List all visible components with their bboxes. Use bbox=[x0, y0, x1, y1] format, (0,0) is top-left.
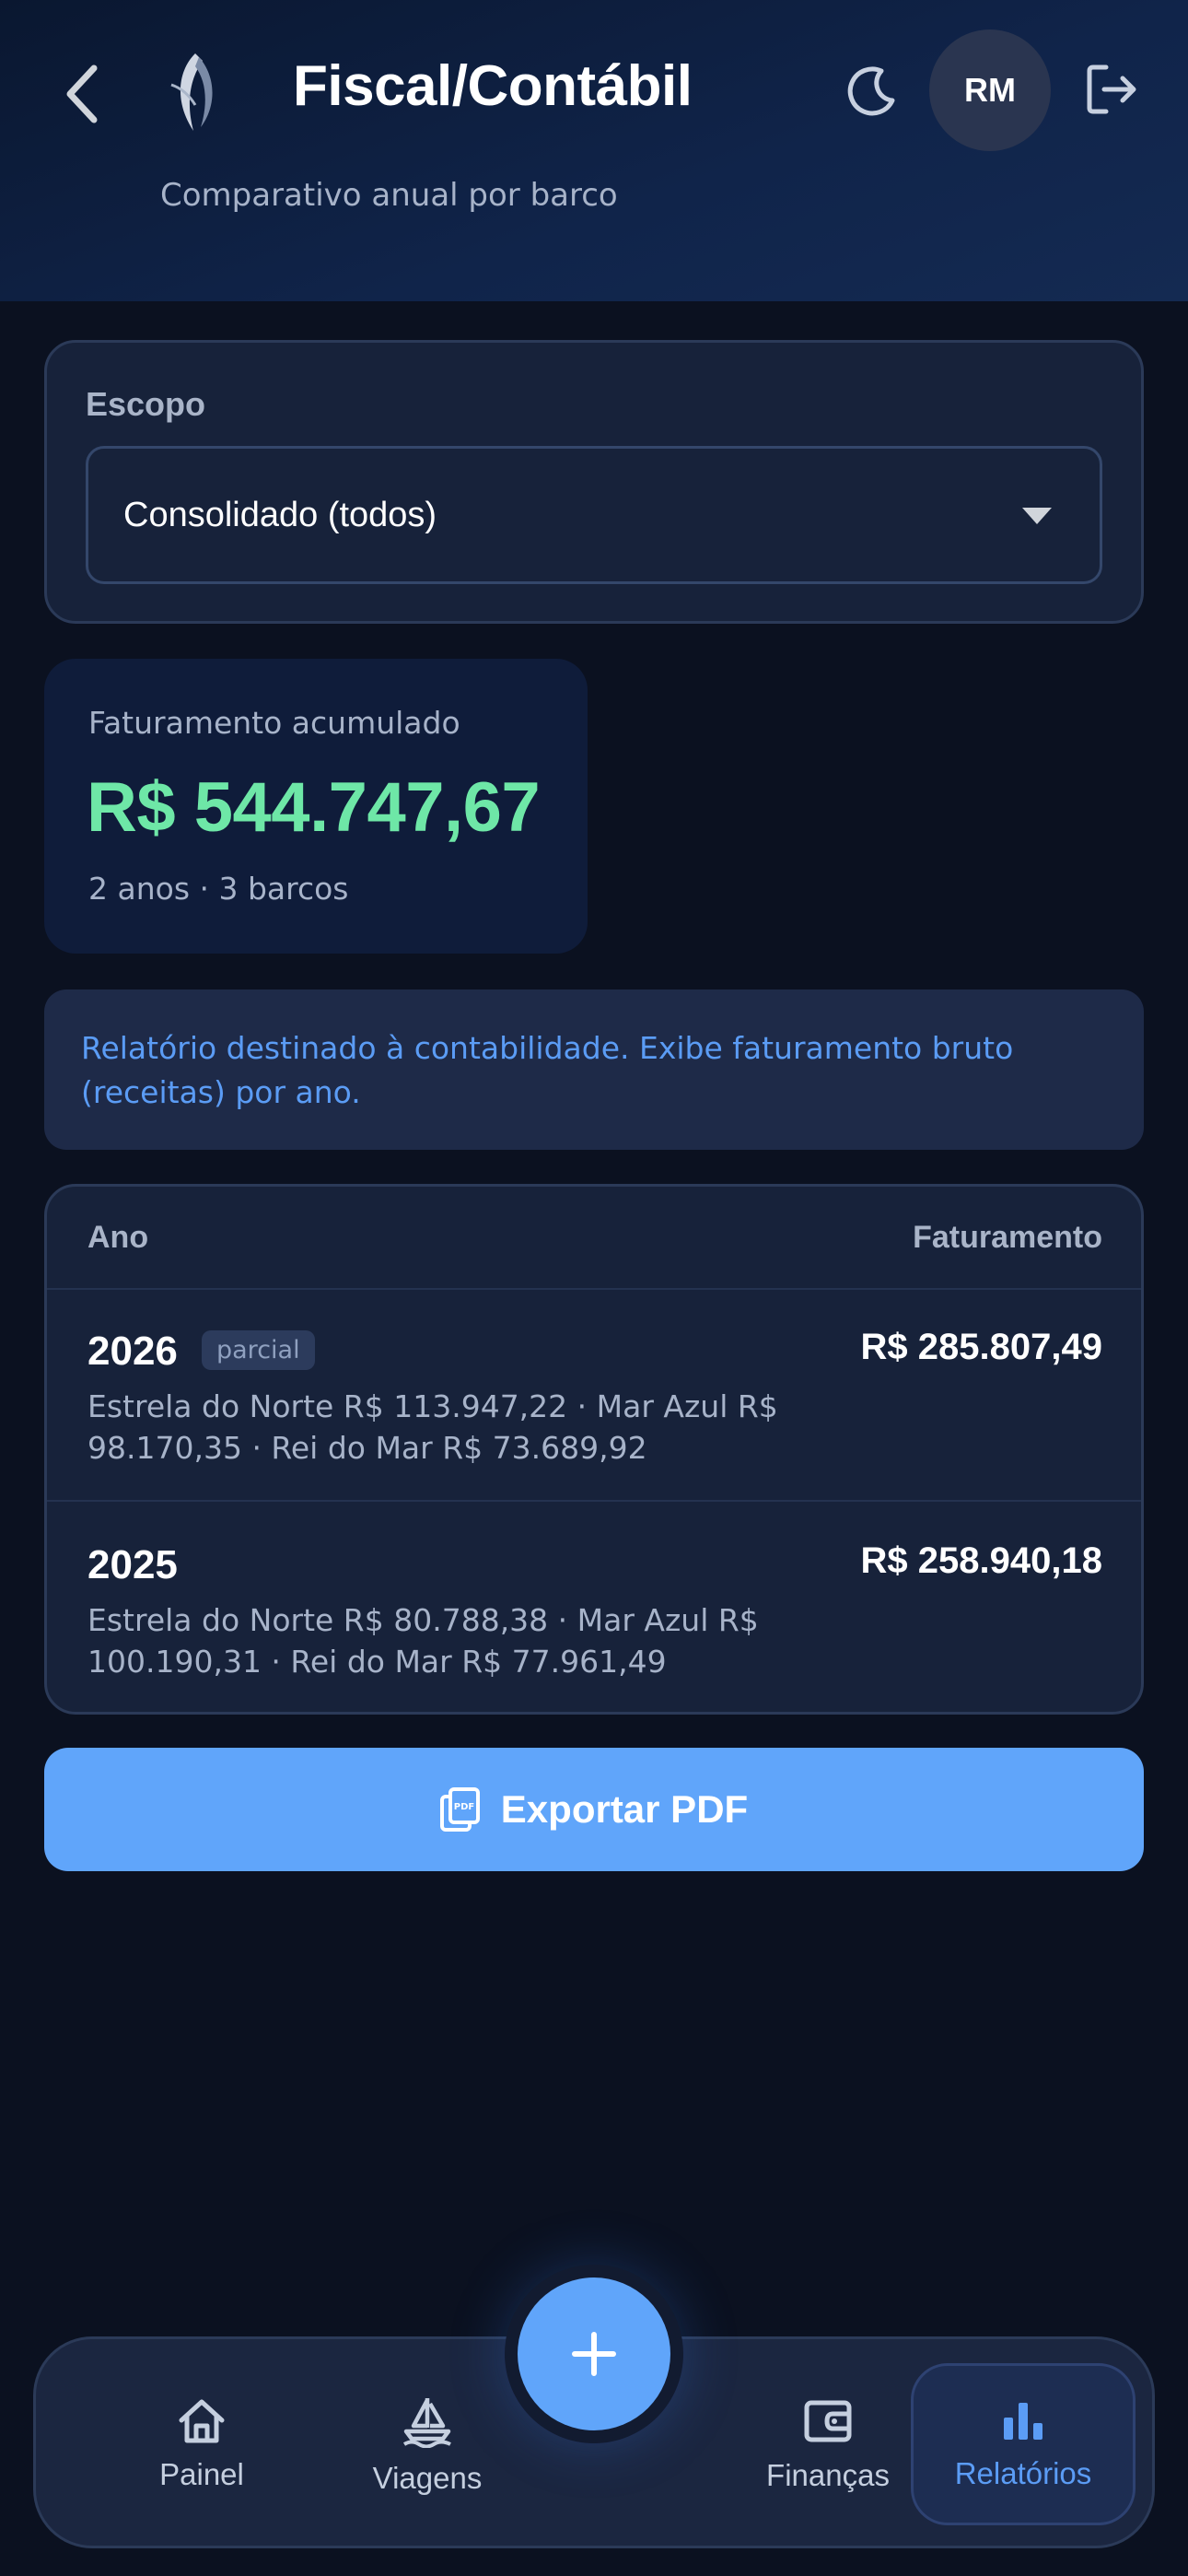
nav-item-painel[interactable]: Painel bbox=[91, 2339, 312, 2551]
row-year: 2025 bbox=[87, 1542, 178, 1587]
row-detail: Estrela do Norte R$ 113.947,22 · Mar Azu… bbox=[87, 1388, 778, 1466]
page-title: Fiscal/Contábil bbox=[293, 54, 693, 118]
moon-icon bbox=[847, 66, 895, 116]
revenue-value: R$ 544.747,67 bbox=[87, 768, 541, 847]
nav-item-financas[interactable]: Finanças bbox=[717, 2339, 938, 2551]
table-row[interactable]: 2025 R$ 258.940,18 Estrela do Norte R$ 8… bbox=[47, 1504, 1141, 1712]
app-screen: Fiscal/Contábil Comparativo anual por ba… bbox=[0, 0, 1188, 2576]
wallet-icon bbox=[804, 2400, 852, 2442]
header: Fiscal/Contábil Comparativo anual por ba… bbox=[0, 0, 1188, 301]
row-total: R$ 258.940,18 bbox=[860, 1540, 1102, 1581]
nav-label: Relatórios bbox=[954, 2456, 1092, 2490]
row-year: 2026 bbox=[87, 1329, 178, 1374]
caret-down-icon bbox=[1022, 508, 1052, 524]
table-row[interactable]: 2026 parcial R$ 285.807,49 Estrela do No… bbox=[47, 1290, 1141, 1502]
status-badge: parcial bbox=[202, 1330, 315, 1370]
row-total: R$ 285.807,49 bbox=[860, 1327, 1102, 1367]
table-header: Ano Faturamento bbox=[47, 1187, 1141, 1290]
nav-label: Painel bbox=[159, 2457, 244, 2491]
sailboat-icon bbox=[402, 2398, 451, 2448]
back-button[interactable] bbox=[57, 61, 109, 127]
revenue-card: Faturamento acumulado R$ 544.747,67 2 an… bbox=[44, 659, 588, 954]
revenue-table: Ano Faturamento 2026 parcial R$ 285.807,… bbox=[44, 1184, 1144, 1715]
info-banner: Relatório destinado à contabilidade. Exi… bbox=[44, 989, 1144, 1150]
scope-select[interactable]: Consolidado (todos) bbox=[86, 446, 1102, 584]
scope-selected-value: Consolidado (todos) bbox=[123, 495, 437, 534]
nav-label: Finanças bbox=[766, 2458, 890, 2492]
svg-text:PDF: PDF bbox=[454, 1802, 474, 1812]
revenue-label: Faturamento acumulado bbox=[88, 705, 460, 741]
export-pdf-button[interactable]: PDF Exportar PDF bbox=[44, 1748, 1144, 1871]
plus-icon bbox=[572, 2332, 616, 2376]
marlin-logo bbox=[158, 48, 232, 136]
page-subtitle: Comparativo anual por barco bbox=[160, 177, 618, 214]
chevron-left-icon bbox=[66, 64, 98, 123]
logout-button[interactable] bbox=[1079, 57, 1144, 122]
export-pdf-label: Exportar PDF bbox=[500, 1787, 749, 1831]
row-detail: Estrela do Norte R$ 80.788,38 · Mar Azul… bbox=[87, 1602, 759, 1680]
add-button[interactable] bbox=[518, 2277, 670, 2430]
scope-label: Escopo bbox=[86, 385, 206, 423]
revenue-summary: 2 anos · 3 barcos bbox=[88, 871, 349, 907]
column-header-revenue: Faturamento bbox=[913, 1220, 1102, 1255]
bar-chart-icon bbox=[1004, 2403, 1042, 2440]
pdf-icon: PDF bbox=[439, 1787, 480, 1832]
nav-label: Viagens bbox=[372, 2461, 483, 2495]
avatar[interactable]: RM bbox=[929, 29, 1051, 151]
scope-card: Escopo Consolidado (todos) bbox=[44, 340, 1144, 624]
home-icon bbox=[179, 2399, 225, 2443]
nav-item-relatorios[interactable]: Relatórios bbox=[911, 2363, 1136, 2525]
info-text: Relatório destinado à contabilidade. Exi… bbox=[81, 1030, 1014, 1110]
theme-toggle-button[interactable] bbox=[840, 59, 904, 123]
column-header-year: Ano bbox=[87, 1220, 149, 1255]
logout-icon bbox=[1087, 64, 1136, 114]
